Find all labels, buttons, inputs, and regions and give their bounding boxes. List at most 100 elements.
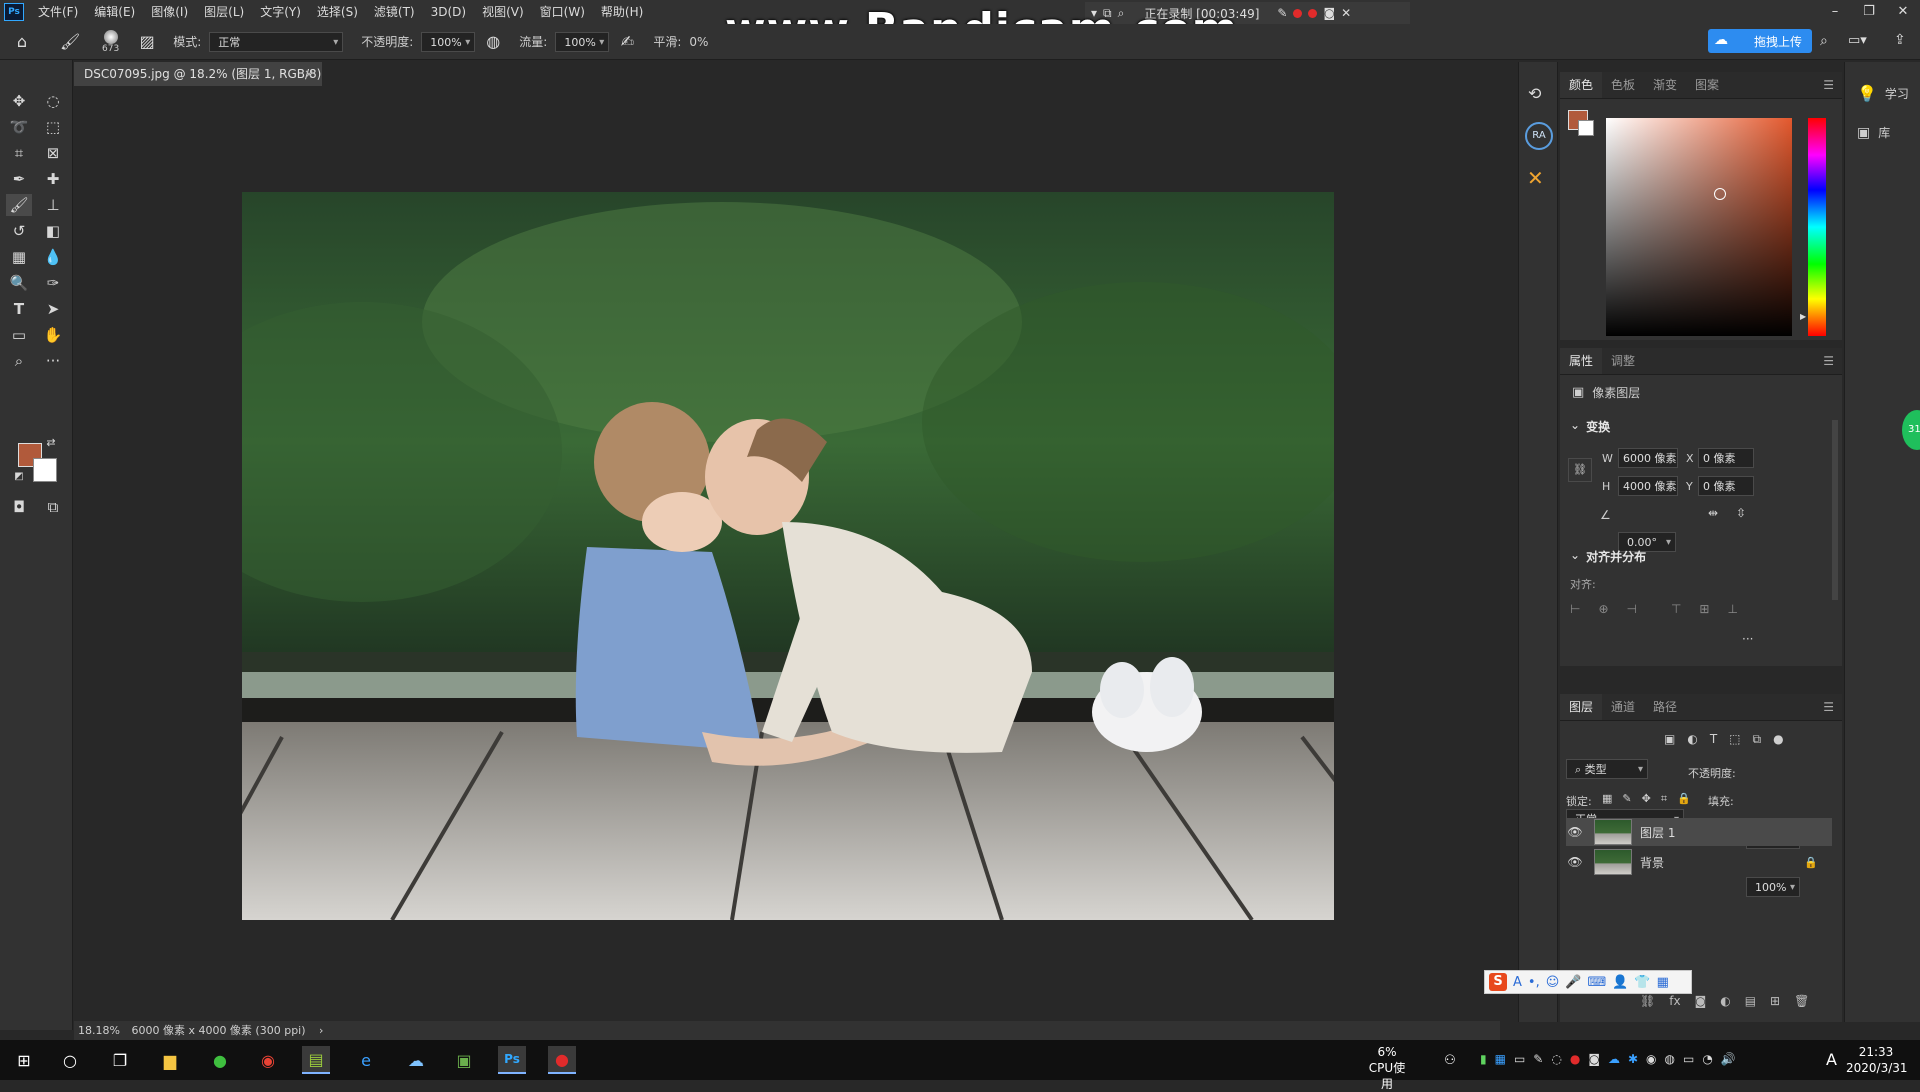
taskbar-clock[interactable]: 21:33 2020/3/31 (1846, 1044, 1908, 1076)
x-field[interactable]: 0 像素 (1698, 448, 1754, 468)
eraser-tool-icon[interactable]: ◧ (40, 220, 66, 242)
panel-menu-icon[interactable]: ☰ (1823, 78, 1834, 92)
tab-gradients[interactable]: 渐变 (1644, 72, 1686, 98)
browser-icon[interactable]: e (352, 1046, 380, 1074)
recorder-close-icon[interactable]: ✕ (1341, 6, 1351, 20)
dodge-tool-icon[interactable]: 🔍 (6, 272, 32, 294)
ra-plugin-icon[interactable]: RA (1525, 122, 1553, 150)
screen-mode-icon[interactable]: ⧉ (40, 496, 66, 518)
ime-user-icon[interactable]: 👤 (1612, 975, 1628, 990)
visibility-eye-icon[interactable]: 👁 (1566, 825, 1584, 839)
pause-icon[interactable] (1293, 8, 1303, 18)
mode-dropdown[interactable]: 正常 (209, 31, 344, 53)
tab-layers[interactable]: 图层 (1560, 694, 1603, 720)
menu-view[interactable]: 视图(V) (474, 0, 532, 24)
default-colors-icon[interactable]: ◩ (12, 470, 26, 484)
layer-name[interactable]: 图层 1 (1640, 824, 1675, 841)
move-tool-icon[interactable]: ✥ (6, 90, 32, 112)
tab-channels[interactable]: 通道 (1602, 694, 1644, 720)
menu-window[interactable]: 窗口(W) (532, 0, 593, 24)
brush-settings-icon[interactable]: ▨ (137, 32, 157, 51)
tray-signal-icon[interactable]: ◔ (1702, 1052, 1712, 1066)
tab-color[interactable]: 颜色 (1560, 72, 1603, 98)
photoshop-taskbar-icon[interactable]: Ps (498, 1046, 526, 1074)
image-viewer-icon[interactable]: ▣ (450, 1046, 478, 1074)
clone-stamp-tool-icon[interactable]: ⊥ (40, 194, 66, 216)
frame-tool-icon[interactable]: ⊠ (40, 142, 66, 164)
ime-indicator[interactable]: A (1826, 1050, 1837, 1069)
fill-dropdown[interactable]: 100% (1746, 877, 1800, 898)
search-circle-icon[interactable]: ○ (56, 1046, 84, 1074)
camera-icon[interactable]: ◙ (1323, 6, 1335, 20)
rectangle-tool-icon[interactable]: ▭ (6, 324, 32, 346)
color-panel-background-swatch[interactable] (1578, 120, 1594, 136)
brush-tool-icon[interactable]: 🖌 (60, 32, 80, 51)
align-section-header[interactable]: ⌄ 对齐并分布 (1570, 548, 1646, 565)
new-layer-icon[interactable]: ⊞ (1770, 994, 1780, 1008)
pen-tool-icon[interactable]: ✑ (40, 272, 66, 294)
netdisk-icon[interactable]: ☁ (402, 1046, 430, 1074)
transform-section-header[interactable]: ⌄ 变换 (1570, 418, 1610, 435)
opacity-dropdown[interactable]: 100% (421, 31, 476, 53)
layer-row[interactable]: 👁 背景 🔒 (1566, 848, 1832, 876)
restore-icon[interactable]: ❐ (1852, 0, 1886, 24)
hue-slider[interactable] (1808, 118, 1826, 336)
workspace-icon[interactable]: ▭▾ (1848, 33, 1867, 48)
color-picker-handle[interactable] (1714, 188, 1726, 200)
history-panel-icon[interactable]: ⟲ (1528, 84, 1541, 103)
lock-image-icon[interactable]: ✎ (1622, 792, 1631, 806)
delete-layer-icon[interactable]: 🗑 (1794, 994, 1809, 1008)
lock-artboard-icon[interactable]: ⌗ (1661, 792, 1667, 806)
ime-keyboard-icon[interactable]: ⌨ (1587, 975, 1606, 990)
align-center-h-icon[interactable]: ⊕ (1598, 602, 1608, 616)
chrome-icon[interactable]: ◉ (254, 1046, 282, 1074)
y-field[interactable]: 0 像素 (1698, 476, 1754, 496)
new-group-icon[interactable]: ▤ (1745, 994, 1756, 1008)
properties-scrollbar[interactable] (1832, 420, 1838, 600)
align-bottom-icon[interactable]: ⊥ (1727, 602, 1737, 616)
gradient-tool-icon[interactable]: ▦ (6, 246, 32, 268)
tab-close-icon[interactable]: × (304, 62, 314, 86)
align-top-icon[interactable]: ⊤ (1671, 602, 1681, 616)
history-brush-tool-icon[interactable]: ↺ (6, 220, 32, 242)
tray-qq-icon[interactable]: ◉ (1646, 1052, 1656, 1066)
tray-volume-icon[interactable]: 🔊 (1721, 1052, 1736, 1066)
tray-cloud-icon[interactable]: ☁ (1608, 1052, 1620, 1066)
notes-app-icon[interactable]: ▤ (302, 1046, 330, 1074)
learn-button[interactable]: 💡 学习 (1857, 84, 1909, 103)
ime-voice-icon[interactable]: 🎤 (1565, 975, 1581, 990)
tray-app-icon[interactable]: ▦ (1495, 1052, 1506, 1066)
link-layers-icon[interactable]: ⛓ (1640, 994, 1655, 1008)
filter-adjustment-icon[interactable]: ◐ (1687, 732, 1697, 747)
tools-plugin-icon[interactable]: ✕ (1527, 166, 1544, 190)
link-dimensions-icon[interactable]: ⛓ (1568, 458, 1592, 482)
photoshop-logo-icon[interactable]: Ps (4, 3, 24, 21)
path-select-tool-icon[interactable]: ➤ (40, 298, 66, 320)
eyedropper-tool-icon[interactable]: ✒ (6, 168, 32, 190)
library-button[interactable]: ▣ 库 (1857, 124, 1890, 141)
stop-record-icon[interactable] (1308, 8, 1318, 18)
zoom-level[interactable]: 18.18% (78, 1024, 120, 1037)
layer-row[interactable]: 👁 图层 1 (1566, 818, 1832, 846)
status-menu-arrow-icon[interactable]: › (319, 1024, 323, 1037)
layer-name[interactable]: 背景 (1640, 854, 1664, 871)
visibility-eye-icon[interactable]: 👁 (1566, 855, 1584, 869)
zoom-tool-icon[interactable]: ⌕ (6, 350, 32, 372)
brush-preset-picker[interactable]: 673 (102, 29, 119, 54)
lasso-tool-icon[interactable]: ➰ (6, 116, 32, 138)
task-view-icon[interactable]: ❐ (106, 1046, 134, 1074)
document-tab[interactable]: DSC07095.jpg @ 18.2% (图层 1, RGB/8) * × (74, 62, 322, 105)
lock-all-icon[interactable]: 🔒 (1677, 792, 1691, 806)
panel-menu-icon[interactable]: ☰ (1823, 354, 1834, 368)
lock-position-icon[interactable]: ✥ (1642, 792, 1651, 806)
menu-layer[interactable]: 图层(L) (196, 0, 252, 24)
hue-slider-handle-icon[interactable]: ▶ (1800, 312, 1806, 321)
more-tools-icon[interactable]: ··· (40, 350, 66, 372)
swap-colors-icon[interactable]: ⇄ (44, 436, 58, 450)
panel-menu-icon[interactable]: ☰ (1823, 700, 1834, 714)
filter-smart-object-icon[interactable]: ⧉ (1753, 732, 1762, 747)
blur-tool-icon[interactable]: 💧 (40, 246, 66, 268)
object-select-tool-icon[interactable]: ⬚ (40, 116, 66, 138)
green-app-icon[interactable]: ● (206, 1046, 234, 1074)
menu-filter[interactable]: 滤镜(T) (366, 0, 423, 24)
